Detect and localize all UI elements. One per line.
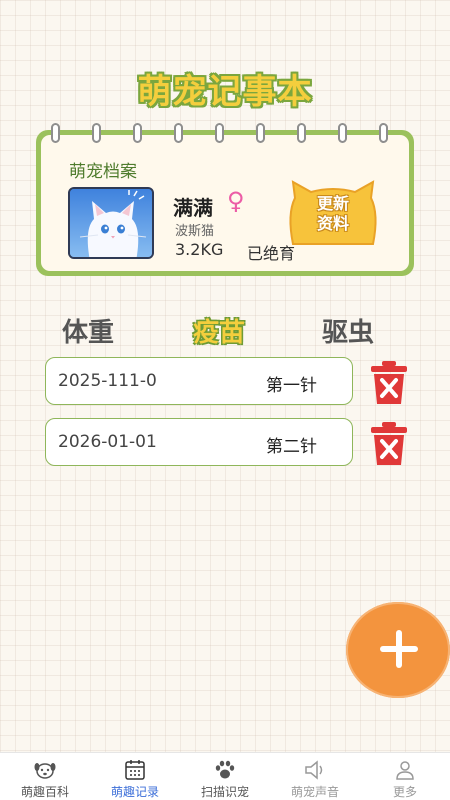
nav-item-scan[interactable]: 扫描识宠 — [180, 753, 270, 800]
vaccine-record-row[interactable]: 2025-111-0 第一针 — [45, 357, 353, 405]
profile-heading: 萌宠档案 — [69, 162, 137, 182]
vaccine-record-row[interactable]: 2026-01-01 第二针 — [45, 418, 353, 466]
update-profile-label: 更新 资料 — [316, 194, 349, 233]
person-icon — [396, 761, 414, 780]
calendar-icon — [125, 760, 145, 780]
binder-ring-icon — [256, 123, 265, 143]
nav-label: 萌宠声音 — [290, 785, 339, 799]
tab-weight[interactable]: 体重 — [62, 312, 114, 349]
delete-record-button[interactable] — [369, 360, 409, 406]
record-date: 2026-01-01 — [58, 432, 157, 452]
nav-item-encyclopedia[interactable]: 萌趣百科 — [0, 753, 90, 800]
binder-ring-icon — [379, 123, 388, 143]
binder-ring-icon — [297, 123, 306, 143]
trash-icon — [371, 361, 407, 404]
pet-breed: 波斯猫 — [175, 224, 215, 239]
binder-ring-icon — [133, 123, 142, 143]
trash-icon — [371, 422, 407, 465]
nav-label: 萌趣记录 — [110, 785, 159, 799]
dog-face-icon — [34, 763, 56, 779]
plus-icon-stroke — [396, 630, 402, 668]
delete-record-button[interactable] — [369, 421, 409, 467]
binder-ring-icon — [51, 123, 60, 143]
nav-label: 萌趣百科 — [20, 785, 69, 799]
binder-ring-icon — [174, 123, 183, 143]
binder-ring-icon — [338, 123, 347, 143]
update-profile-button[interactable]: 更新 资料 — [285, 180, 381, 248]
nav-item-sounds[interactable]: 萌宠声音 — [270, 753, 360, 800]
paw-icon — [215, 760, 235, 779]
record-dose: 第一针 — [266, 376, 317, 396]
bottom-navigation: 萌趣百科 萌趣记录 扫描识宠 萌宠声音 更多 — [0, 752, 450, 800]
add-record-button[interactable] — [346, 602, 450, 698]
nav-label: 更多 — [392, 785, 417, 799]
pet-profile-card: 萌宠档案 满满 ♀ 波斯猫 3.2KG 已绝育 更新 资料 — [36, 123, 414, 276]
record-date: 2025-111-0 — [58, 371, 157, 391]
nav-label: 扫描识宠 — [200, 785, 249, 799]
tab-vaccine[interactable]: 疫苗 — [193, 312, 245, 349]
speaker-icon — [305, 760, 323, 780]
pet-name: 满满 — [173, 196, 213, 220]
record-dose: 第二针 — [266, 437, 317, 457]
pet-profile-card-body: 萌宠档案 满满 ♀ 波斯猫 3.2KG 已绝育 更新 资料 — [41, 123, 409, 271]
nav-item-records[interactable]: 萌趣记录 — [90, 753, 180, 800]
female-icon: ♀ — [227, 187, 245, 215]
nav-item-more[interactable]: 更多 — [360, 753, 450, 800]
pet-weight: 3.2KG — [175, 240, 224, 259]
pet-avatar[interactable] — [68, 187, 154, 259]
binder-ring-icon — [215, 123, 224, 143]
page-title: 萌宠记事本 — [137, 72, 313, 112]
binder-ring-icon — [92, 123, 101, 143]
tab-deworm[interactable]: 驱虫 — [322, 312, 374, 349]
white-cat-illustration — [70, 189, 152, 257]
